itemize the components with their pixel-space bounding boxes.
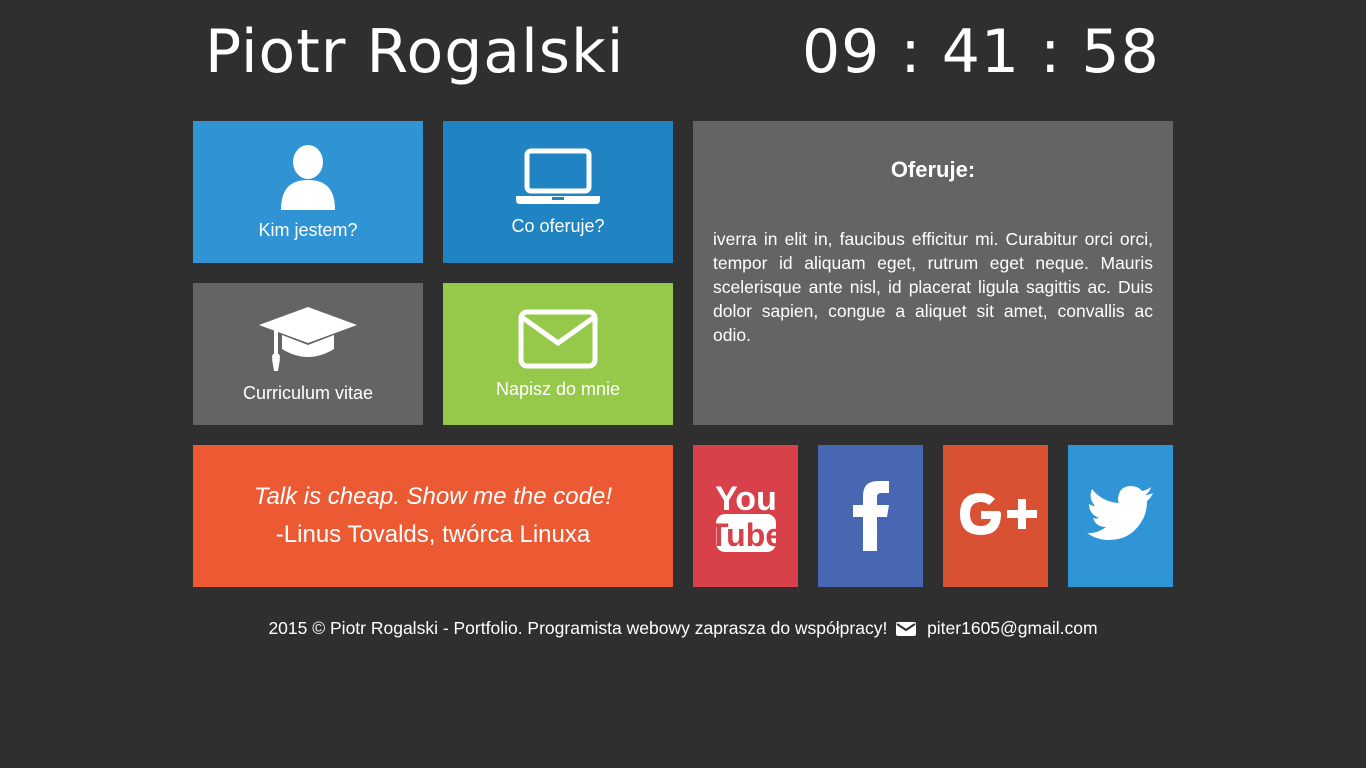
footer-email-link[interactable]: piter1605@gmail.com bbox=[927, 618, 1097, 638]
svg-text:You: You bbox=[715, 480, 777, 518]
svg-text:Tube: Tube bbox=[714, 517, 778, 553]
tile-contact[interactable]: Napisz do mnie bbox=[443, 283, 673, 425]
footer: 2015 © Piotr Rogalski - Portfolio. Progr… bbox=[0, 618, 1366, 642]
quote-box: Talk is cheap. Show me the code! -Linus … bbox=[193, 445, 673, 587]
footer-text: 2015 © Piotr Rogalski - Portfolio. Progr… bbox=[268, 618, 888, 638]
tile-offer[interactable]: Co oferuje? bbox=[443, 121, 673, 263]
clock: 09 : 41 : 58 bbox=[802, 17, 1160, 87]
tile-offer-label: Co oferuje? bbox=[511, 215, 605, 236]
google-plus-link[interactable] bbox=[943, 445, 1048, 587]
youtube-link[interactable]: You Tube bbox=[693, 445, 798, 587]
tile-contact-label: Napisz do mnie bbox=[495, 378, 621, 399]
envelope-icon bbox=[896, 621, 917, 642]
google-plus-icon bbox=[951, 484, 1041, 548]
offer-panel-body: iverra in elit in, faucibus efficitur mi… bbox=[713, 229, 1153, 345]
quote-author: -Linus Tovalds, twórca Linuxa bbox=[275, 521, 591, 548]
laptop-icon bbox=[516, 148, 600, 210]
page-title: Piotr Rogalski bbox=[205, 17, 625, 87]
tile-about-me-label: Kim jestem? bbox=[258, 219, 358, 240]
graduation-cap-icon bbox=[258, 305, 358, 377]
tile-about-me[interactable]: Kim jestem? bbox=[193, 121, 423, 263]
envelope-icon bbox=[518, 309, 598, 373]
youtube-icon: You Tube bbox=[708, 474, 782, 558]
offer-panel: Oferuje: iverra in elit in, faucibus eff… bbox=[693, 121, 1173, 425]
quote-text: Talk is cheap. Show me the code! bbox=[254, 483, 612, 510]
facebook-icon bbox=[851, 477, 891, 555]
facebook-link[interactable] bbox=[818, 445, 923, 587]
twitter-icon bbox=[1086, 486, 1155, 546]
twitter-link[interactable] bbox=[1068, 445, 1173, 587]
offer-panel-title: Oferuje: bbox=[890, 157, 976, 182]
tile-cv[interactable]: Curriculum vitae bbox=[193, 283, 423, 425]
tile-cv-label: Curriculum vitae bbox=[242, 382, 374, 403]
user-icon bbox=[279, 144, 337, 214]
